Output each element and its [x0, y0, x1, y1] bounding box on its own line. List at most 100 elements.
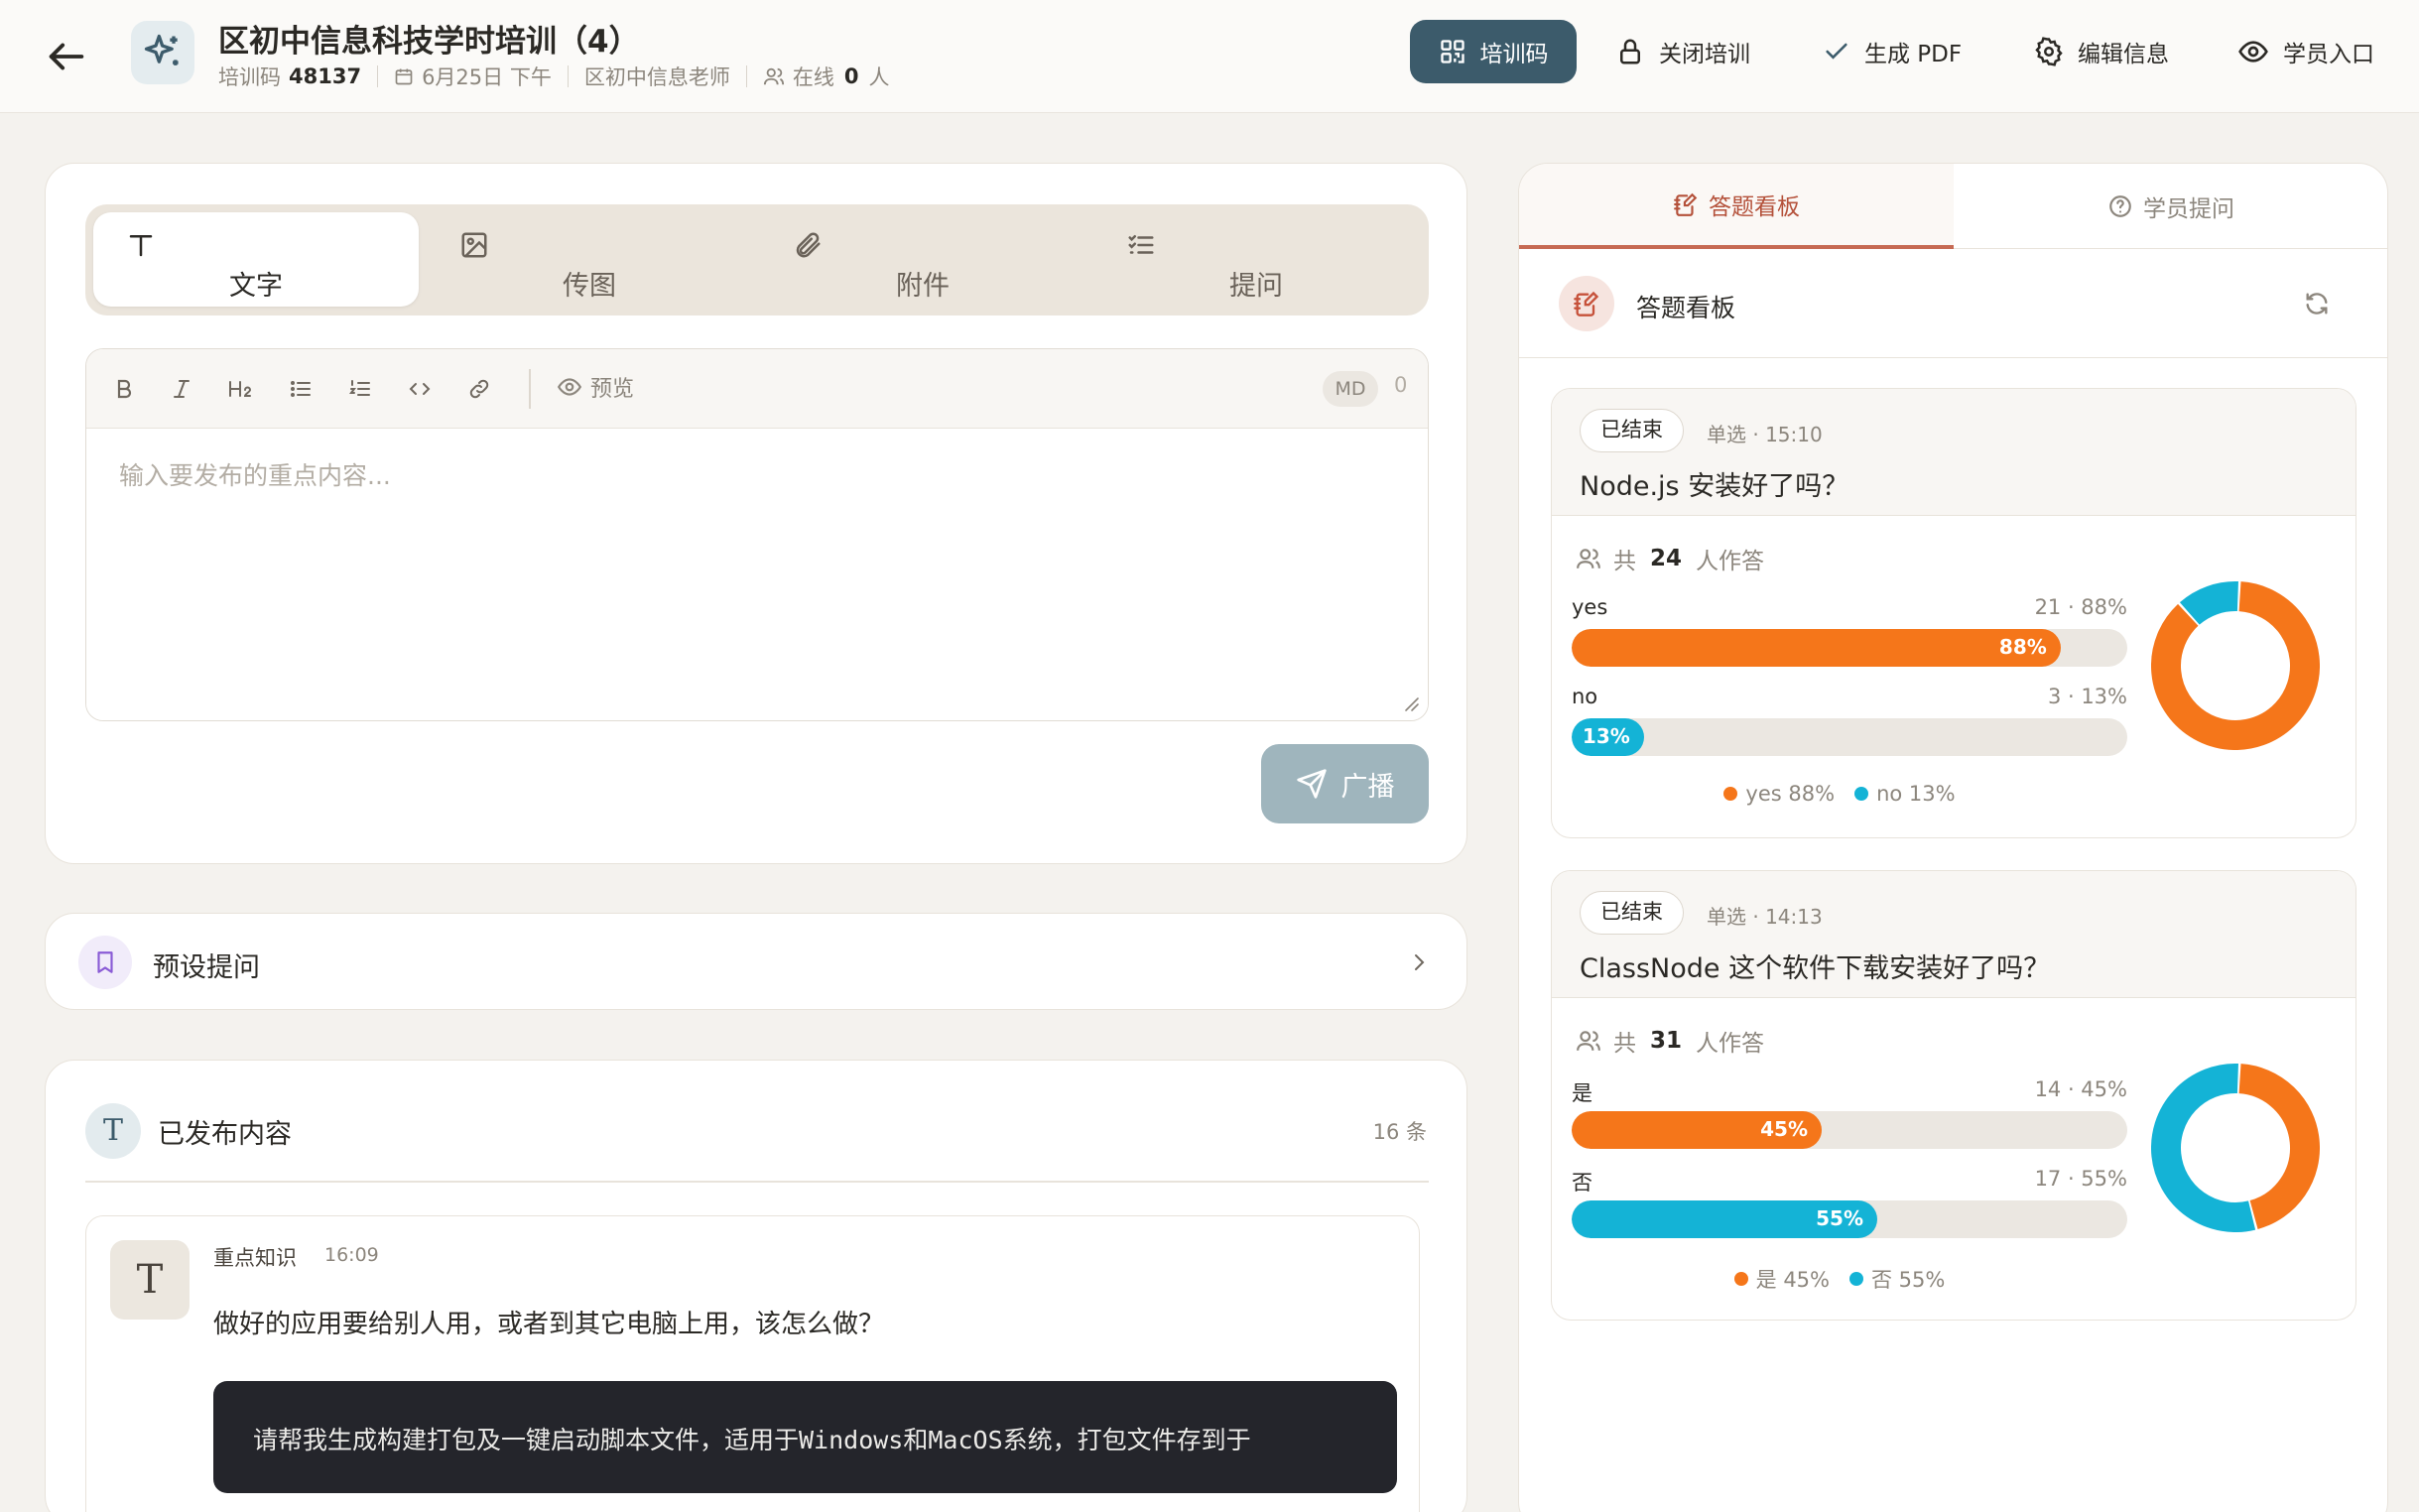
legend-item: no 13%: [1854, 782, 1956, 806]
status-badge: 已结束: [1580, 409, 1684, 452]
training-date: 6月25日 下午: [422, 65, 552, 89]
online-count: 0: [843, 64, 859, 88]
tab-text-label: 文字: [229, 271, 283, 302]
generate-pdf-button[interactable]: 生成 PDF: [1823, 20, 1962, 83]
edit-info-button[interactable]: 编辑信息: [2034, 20, 2169, 83]
item-time: 16:09: [324, 1244, 379, 1266]
legend-label: no 13%: [1876, 782, 1956, 806]
option-label: 是: [1572, 1081, 1592, 1105]
code-icon[interactable]: [400, 369, 440, 409]
total-suffix: 人作答: [1696, 1031, 1765, 1057]
tab-attachment-label: 附件: [896, 271, 950, 302]
users-icon: [1577, 549, 1600, 568]
board-header: 答题看板: [1519, 249, 2387, 358]
broadcast-button[interactable]: 广播: [1261, 744, 1429, 823]
send-icon: [1296, 769, 1327, 799]
progress-label: 55%: [1816, 1206, 1863, 1230]
question-title: ClassNode 这个软件下载安装好了吗？: [1580, 953, 2051, 984]
response-total: 共 31 人作答: [1576, 1024, 1764, 1058]
divider: [85, 1181, 1429, 1183]
donut-chart: [2151, 581, 2320, 750]
page-title: 区初中信息科技学时培训（4）: [218, 24, 640, 60]
option-label: no: [1572, 685, 1598, 708]
compose-card: 文字 传图 附件 提问 预览 MD 0 输入要发布的重点内容... 广播: [45, 163, 1467, 864]
text-type-icon: T: [110, 1240, 190, 1320]
question-header: 已结束 单选 · 15:10 Node.js 安装好了吗？: [1552, 389, 2355, 516]
preset-questions-row[interactable]: 预设提问: [45, 913, 1467, 1010]
legend-label: yes 88%: [1745, 782, 1836, 806]
prompt-text: 请帮我生成构建打包及一键启动脚本文件，适用于Windows和MacOS系统，打包…: [253, 1426, 1251, 1454]
heading2-icon[interactable]: [221, 369, 261, 409]
item-tag: 重点知识: [213, 1246, 297, 1270]
text-icon: [129, 235, 153, 257]
teacher-name: 区初中信息老师: [583, 65, 730, 89]
checklist-icon: [1128, 235, 1154, 254]
lock-icon: [1620, 39, 1640, 64]
gear-icon: [2035, 37, 2063, 66]
tab-question[interactable]: 提问: [1093, 212, 1419, 307]
online-label: 在线: [792, 65, 834, 89]
markdown-editor: 预览 MD 0: [85, 348, 1429, 721]
legend-item: yes 88%: [1723, 782, 1835, 806]
numbered-list-icon[interactable]: [340, 369, 380, 409]
progress-label: 88%: [1998, 635, 2047, 659]
tab-student-questions[interactable]: 学员提问: [1954, 164, 2387, 249]
close-training-button[interactable]: 关闭培训: [1615, 20, 1750, 83]
total-prefix: 共: [1613, 549, 1636, 574]
legend-dot: [1849, 1272, 1863, 1286]
bullet-list-icon[interactable]: [281, 369, 320, 409]
prompt-block[interactable]: 请帮我生成构建打包及一键启动脚本文件，适用于Windows和MacOS系统，打包…: [213, 1381, 1397, 1493]
published-content-card: T 已发布内容 16 条 T 重点知识 16:09 做好的应用要给别人用，或者到…: [45, 1060, 1467, 1512]
edit-info-label: 编辑信息: [2078, 42, 2169, 67]
legend-item: 否 55%: [1849, 1264, 1945, 1294]
toolbar-divider: [529, 369, 531, 409]
help-circle-icon: [2109, 195, 2131, 217]
legend-dot: [1723, 787, 1738, 801]
option-stats: 17 · 55%: [2034, 1167, 2127, 1191]
link-icon[interactable]: [459, 369, 499, 409]
eye-icon: [2238, 41, 2268, 63]
bold-icon[interactable]: [104, 369, 144, 409]
published-item: T 重点知识 16:09 做好的应用要给别人用，或者到其它电脑上用，该怎么做？ …: [85, 1215, 1420, 1512]
question-meta: 单选 · 15:10: [1707, 423, 1823, 446]
tab-image-label: 传图: [563, 271, 616, 302]
back-arrow-icon[interactable]: [44, 34, 89, 79]
tab-attachment[interactable]: 附件: [760, 212, 1085, 307]
code-label: 培训码: [218, 65, 281, 89]
tab-image[interactable]: 传图: [427, 212, 752, 307]
text-type-icon: T: [85, 1103, 141, 1159]
item-text: 做好的应用要给别人用，或者到其它电脑上用，该怎么做？: [213, 1310, 885, 1339]
option-stats: 21 · 88%: [2034, 595, 2127, 619]
notebook-pen-icon: [1674, 192, 1698, 216]
divider: [745, 65, 747, 87]
users-icon: [1577, 1031, 1600, 1051]
online-unit: 人: [868, 65, 890, 89]
question-header: 已结束 单选 · 14:13 ClassNode 这个软件下载安装好了吗？: [1552, 871, 2355, 998]
option-label: yes: [1572, 595, 1608, 619]
italic-icon[interactable]: [162, 369, 201, 409]
student-entry-button[interactable]: 学员入口: [2237, 20, 2374, 83]
tab-question-label: 提问: [1229, 271, 1283, 302]
progress-track: 13%: [1572, 718, 2127, 756]
resize-handle-icon[interactable]: [1402, 694, 1420, 712]
board-title: 答题看板: [1636, 294, 1736, 322]
legend-label: 否 55%: [1871, 1268, 1946, 1292]
refresh-icon[interactable]: [2303, 290, 2331, 317]
paperclip-icon: [796, 232, 821, 258]
training-meta: 培训码 48137 6月25日 下午 区初中信息老师 在线 0 人: [218, 62, 889, 91]
question-card: 已结束 单选 · 14:13 ClassNode 这个软件下载安装好了吗？ 共 …: [1551, 870, 2356, 1321]
progress-track: 55%: [1572, 1200, 2127, 1238]
top-bar: 区初中信息科技学时培训（4） 培训码 48137 6月25日 下午 区初中信息老…: [0, 0, 2419, 113]
tab-text[interactable]: 文字: [93, 212, 419, 307]
legend-label: 是 45%: [1755, 1268, 1830, 1292]
divider: [567, 65, 569, 87]
progress-track: 88%: [1572, 629, 2127, 667]
content-input[interactable]: [86, 429, 1428, 720]
close-training-label: 关闭培训: [1659, 42, 1750, 67]
training-code-button[interactable]: 培训码: [1410, 20, 1577, 83]
tab-answer-board[interactable]: 答题看板: [1519, 164, 1954, 249]
preview-button[interactable]: 预览: [557, 371, 634, 403]
right-panel: 答题看板 学员提问 答题看板 已结束 单选 · 15:10 Node.js 安装…: [1518, 163, 2388, 1512]
question-card: 已结束 单选 · 15:10 Node.js 安装好了吗？ 共 24 人作答 y…: [1551, 388, 2356, 838]
sparkle-icon: [131, 21, 194, 84]
